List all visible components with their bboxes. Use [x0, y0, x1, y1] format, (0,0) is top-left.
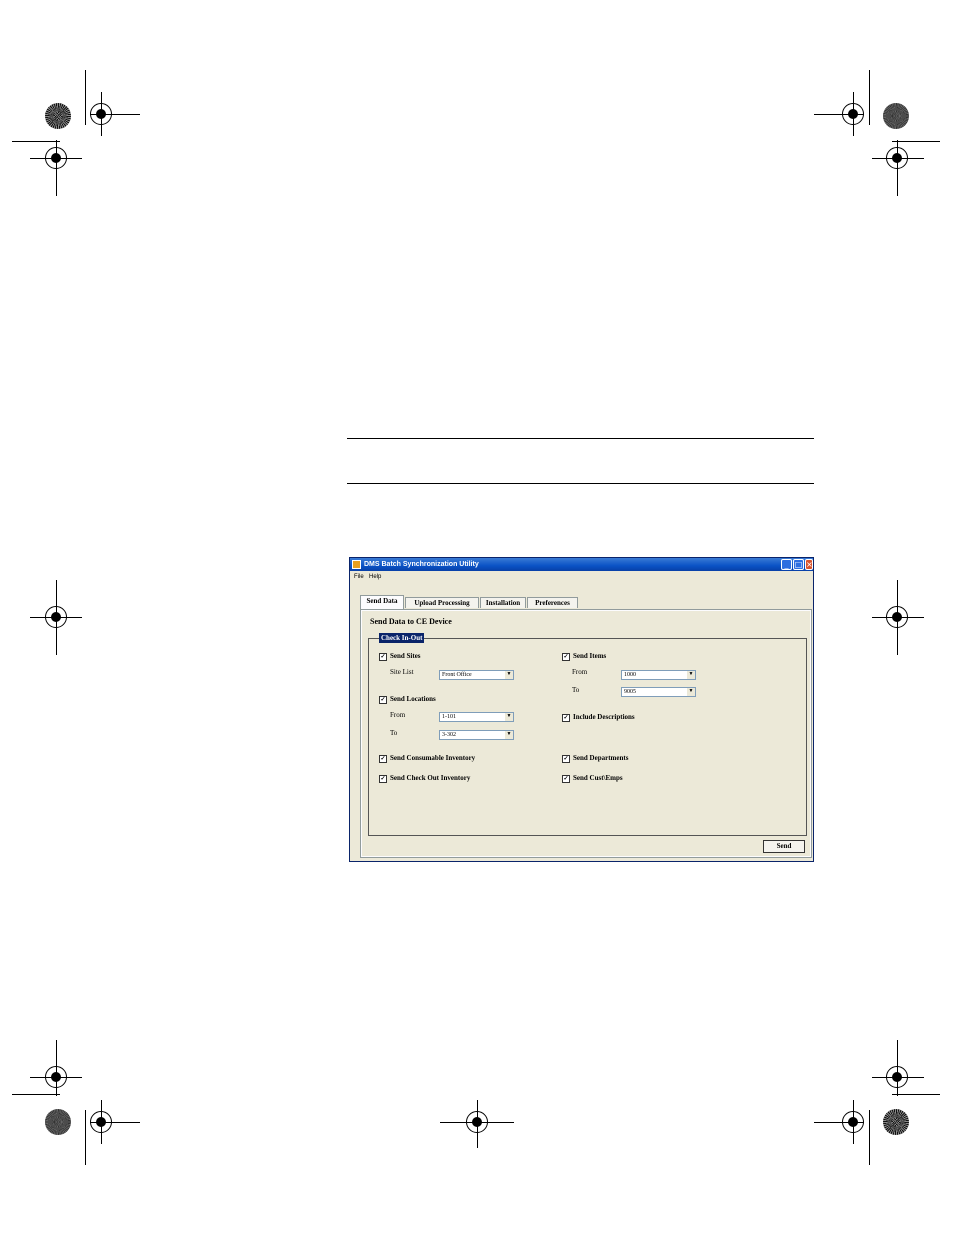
checkmark-icon: ✓ — [379, 696, 387, 704]
locations-to-select[interactable]: 3-302 ▼ — [439, 730, 514, 740]
checkmark-icon: ✓ — [562, 653, 570, 661]
locations-from-label: From — [390, 711, 406, 719]
checkmark-icon: ✓ — [379, 775, 387, 783]
dropdown-arrow-icon: ▼ — [505, 731, 513, 739]
send-items-checkbox[interactable]: ✓ Send Items — [562, 652, 606, 661]
locations-to-label: To — [390, 729, 398, 737]
tab-upload-processing[interactable]: Upload Processing — [405, 597, 479, 608]
check-in-out-group: Check In-Out ✓ Send Sites Site List Front… — [368, 633, 807, 836]
checkmark-icon: ✓ — [562, 775, 570, 783]
checkmark-icon: ✓ — [562, 755, 570, 763]
close-button[interactable]: × — [805, 559, 813, 570]
send-sites-checkbox[interactable]: ✓ Send Sites — [379, 652, 421, 661]
site-list-select[interactable]: Front Office ▼ — [439, 670, 514, 680]
checkmark-icon: ✓ — [562, 714, 570, 722]
title-bar[interactable]: DMS Batch Synchronization Utility _ □ × — [350, 558, 813, 571]
locations-from-select[interactable]: 1-101 ▼ — [439, 712, 514, 722]
items-from-select[interactable]: 1000 ▼ — [621, 670, 696, 680]
dropdown-arrow-icon: ▼ — [505, 713, 513, 721]
send-departments-checkbox[interactable]: ✓ Send Departments — [562, 754, 628, 763]
app-icon — [352, 560, 361, 569]
tab-send-data[interactable]: Send Data — [360, 595, 404, 609]
app-window: DMS Batch Synchronization Utility _ □ × … — [349, 557, 814, 862]
minimize-button[interactable]: _ — [781, 559, 792, 570]
panel-title: Send Data to CE Device — [370, 617, 452, 626]
starburst-icon — [883, 1109, 909, 1135]
items-from-label: From — [572, 668, 588, 676]
send-consumable-inventory-checkbox[interactable]: ✓ Send Consumable Inventory — [379, 754, 475, 763]
bottom-rule — [347, 483, 814, 484]
dropdown-arrow-icon: ▼ — [687, 688, 695, 696]
starburst-icon — [45, 103, 71, 129]
maximize-button[interactable]: □ — [793, 559, 804, 570]
window-title: DMS Batch Synchronization Utility — [364, 561, 479, 568]
site-list-label: Site List — [390, 668, 414, 676]
menu-help[interactable]: Help — [369, 572, 381, 582]
group-title: Check In-Out — [379, 633, 425, 643]
send-button[interactable]: Send — [763, 840, 805, 853]
top-rule — [347, 438, 814, 439]
menu-bar: File Help — [350, 572, 813, 582]
checkmark-icon: ✓ — [379, 755, 387, 763]
starburst-icon — [883, 103, 909, 129]
checkmark-icon: ✓ — [379, 653, 387, 661]
include-descriptions-checkbox[interactable]: ✓ Include Descriptions — [562, 713, 635, 722]
dropdown-arrow-icon: ▼ — [505, 671, 513, 679]
send-cust-emps-checkbox[interactable]: ✓ Send Cust\Emps — [562, 774, 623, 783]
items-to-select[interactable]: 9005 ▼ — [621, 687, 696, 697]
menu-file[interactable]: File — [354, 572, 364, 582]
send-locations-checkbox[interactable]: ✓ Send Locations — [379, 695, 436, 704]
dropdown-arrow-icon: ▼ — [687, 671, 695, 679]
tab-installation[interactable]: Installation — [480, 597, 526, 608]
items-to-label: To — [572, 686, 580, 694]
send-data-panel: Send Data to CE Device Check In-Out ✓ Sen… — [360, 609, 812, 858]
send-check-out-inventory-checkbox[interactable]: ✓ Send Check Out Inventory — [379, 774, 470, 783]
starburst-icon — [45, 1109, 71, 1135]
tab-preferences[interactable]: Preferences — [527, 597, 578, 608]
